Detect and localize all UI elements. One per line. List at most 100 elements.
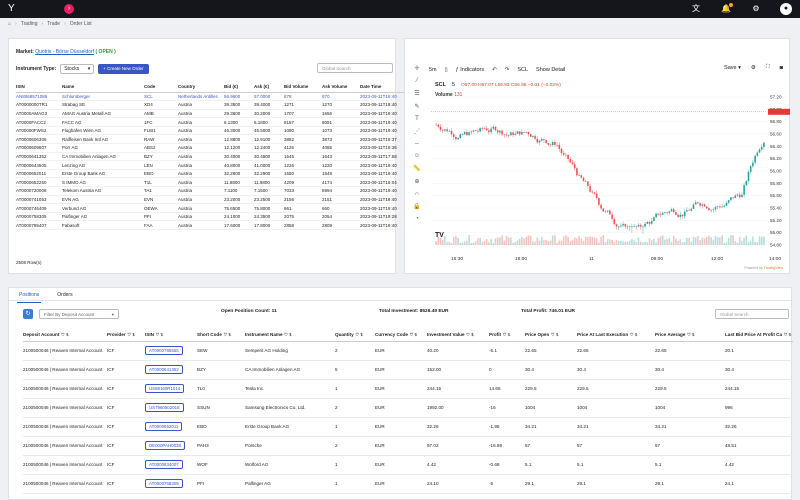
position-table-row[interactable]: 2100500046 | Reaven Internal Account ICF U…: [23, 398, 793, 418]
order-table-row[interactable]: AT0000785407 Fabasoft FAA Austria 17.6000 17.…: [16, 220, 412, 230]
undo-icon[interactable]: ↶: [492, 67, 497, 73]
eye-icon[interactable]: ◔: [415, 216, 419, 222]
position-col-header[interactable]: Quantity ⛉ ⇅: [335, 329, 375, 342]
tab-orders[interactable]: Orders: [55, 290, 74, 303]
position-table-row[interactable]: 2100500046 | Reaven Internal Account ICF A…: [23, 360, 793, 380]
order-table-row[interactable]: AT0000AMAG3 AMAG Austria Metall AG AMB Aust…: [16, 109, 412, 119]
filter-sort-icon[interactable]: ⛉ ⇅: [551, 332, 559, 337]
measure-icon[interactable]: ⇔: [414, 141, 420, 147]
refresh-button[interactable]: ↻: [23, 309, 33, 319]
filter-sort-icon[interactable]: ⛉ ⇅: [630, 332, 638, 337]
bell-icon[interactable]: 🔔: [720, 3, 733, 15]
deposit-account-filter[interactable]: Filter By Deposit Account ▾: [39, 309, 119, 319]
gear-icon[interactable]: ⚙: [751, 65, 756, 71]
isin-chip[interactable]: AT0000641352: [145, 365, 183, 374]
order-col-header[interactable]: Name: [62, 82, 144, 93]
position-col-header[interactable]: Price Average ⛉ ⇅: [655, 329, 725, 342]
position-col-header[interactable]: Provider ⛉ ⇅: [107, 329, 145, 342]
isin-chip[interactable]: AT0000834007: [145, 460, 183, 469]
isin-chip[interactable]: US7960502018: [145, 403, 184, 412]
order-table-row[interactable]: AT0000606306 Raiffeisen Bank Intl AG RAW Au…: [16, 134, 412, 145]
order-table-row[interactable]: AT0000652250 S IMMO AG T1L Austria 11.8800 11…: [16, 177, 412, 188]
filter-sort-icon[interactable]: ⛉ ⇅: [285, 332, 293, 337]
order-table-row[interactable]: AT0000000TR1 Strabag SE XD4 Austria 39.3500 3…: [16, 100, 412, 110]
order-table-row[interactable]: AT0000FACC2 FACC AG 1FC Austria 6.1300 6.1800…: [16, 117, 412, 127]
order-col-header[interactable]: Bid (€): [224, 82, 254, 93]
position-col-header[interactable]: Instrument Name ⛉ ⇅: [245, 329, 335, 342]
order-col-header[interactable]: Bid Volume: [284, 82, 322, 93]
position-col-header[interactable]: Investment Value ⛉ ⇅: [427, 329, 489, 342]
gear-icon[interactable]: ⚙: [750, 3, 762, 15]
order-col-header[interactable]: Country: [178, 82, 224, 93]
filter-sort-icon[interactable]: ⛉ ⇅: [156, 332, 164, 337]
order-table-row[interactable]: AT0000720008 Telekom Austria AG TA1 Austria…: [16, 186, 412, 196]
order-table-row[interactable]: AT0000741053 EVN AG EVN Austria 23.2000 23.25…: [16, 195, 412, 205]
fullscreen-icon[interactable]: ⛶: [766, 64, 770, 71]
filter-sort-icon[interactable]: ⛉ ⇅: [503, 332, 511, 337]
interval-button[interactable]: 5m: [429, 67, 437, 73]
tab-positions[interactable]: Positions: [17, 290, 42, 303]
redo-icon[interactable]: ↷: [505, 67, 510, 73]
lock-icon[interactable]: 🔒: [413, 203, 420, 210]
save-button[interactable]: Save ▾: [724, 65, 741, 71]
position-col-header[interactable]: Deposit Account ⛉ ⇅: [23, 329, 107, 342]
positions-search-input[interactable]: Global Search: [715, 309, 789, 319]
ruler-icon[interactable]: 📏: [413, 165, 420, 172]
breadcrumb-item-trade[interactable]: Trade: [47, 21, 60, 27]
position-col-header[interactable]: Price At Last Execution ⛉ ⇅: [577, 329, 655, 342]
position-col-header[interactable]: Short Code ⛉ ⇅: [197, 329, 245, 342]
filter-sort-icon[interactable]: ⛉ ⇅: [61, 332, 69, 337]
order-col-header[interactable]: Ask (€): [254, 82, 284, 93]
position-table-row[interactable]: 2100500046 | Reaven Internal Account ICF A…: [23, 341, 793, 361]
position-col-header[interactable]: ISIN ⛉ ⇅: [145, 329, 197, 342]
position-col-header[interactable]: Last Bid Price At Profit Ca ⛉ ⇅: [725, 329, 793, 342]
user-icon[interactable]: ●: [780, 3, 792, 15]
isin-chip[interactable]: AT0000758305: [145, 479, 183, 488]
position-table-row[interactable]: 2100500046 | Reaven Internal Account ICF U…: [23, 379, 793, 399]
create-new-order-button[interactable]: + Create New Order: [98, 64, 149, 74]
translate-icon[interactable]: 文: [690, 3, 702, 15]
order-search-input[interactable]: Global Search: [317, 63, 393, 73]
show-detail-button[interactable]: Show Detail: [536, 67, 565, 73]
order-table-row[interactable]: AN8068571086 Schlumberger SCL Netherlands A…: [16, 92, 412, 102]
filter-sort-icon[interactable]: ⛉ ⇅: [224, 332, 232, 337]
pattern-icon[interactable]: ⋰: [414, 128, 420, 135]
order-table-row[interactable]: AT0000652011 Erste Group Bank AG EBO Austri…: [16, 169, 412, 179]
isin-chip[interactable]: DE000PAH0038: [145, 441, 185, 450]
isin-chip[interactable]: US88160R1014: [145, 384, 185, 393]
candle-style-icon[interactable]: ▯: [445, 67, 448, 73]
position-col-header[interactable]: Price Open ⛉ ⇅: [525, 329, 577, 342]
order-table-row[interactable]: AT0000644505 Lenzing AG LEN Austria 40.8000 4…: [16, 160, 412, 170]
order-table-row[interactable]: AT0000609607 Porr AG ABS2 Austria 12.1200 12.…: [16, 143, 412, 153]
order-table-row[interactable]: AT0000758305 Palfinger AG PFI Austria 24.100…: [16, 212, 412, 222]
order-col-header[interactable]: Ask Volume: [322, 82, 360, 93]
market-link[interactable]: Quotrix - Börse Düsseldorf: [35, 49, 94, 55]
home-icon[interactable]: ⌂: [8, 21, 11, 27]
camera-icon[interactable]: ◙: [780, 65, 783, 71]
position-table-row[interactable]: 2100500046 | Reaven Internal Account ICF D…: [23, 436, 793, 456]
filter-sort-icon[interactable]: ⛉ ⇅: [356, 332, 364, 337]
isin-chip[interactable]: AT0000652011: [145, 422, 183, 431]
trendline-icon[interactable]: ⁄: [416, 78, 417, 84]
order-table-row[interactable]: AT0000746409 Verbund AG OEWA Austria 75.6500…: [16, 203, 412, 213]
filter-sort-icon[interactable]: ⛉ ⇅: [128, 332, 136, 337]
brush-icon[interactable]: ✎: [414, 103, 419, 110]
position-col-header[interactable]: Profit ⛉ ⇅: [489, 329, 525, 342]
order-col-header[interactable]: Code: [144, 82, 178, 93]
order-table-row[interactable]: AT0000641352 CA Immobilien Anlagen AG BZY A…: [16, 152, 412, 162]
order-col-header[interactable]: ISIN: [16, 82, 62, 93]
magnet-icon[interactable]: ∩: [415, 191, 419, 197]
symbol-button[interactable]: SCL: [517, 67, 528, 73]
filter-sort-icon[interactable]: ⛉ ⇅: [467, 332, 475, 337]
text-icon[interactable]: T: [415, 116, 419, 122]
emoji-icon[interactable]: ☺: [414, 153, 420, 159]
instrument-type-select[interactable]: Stocks ▾: [60, 64, 95, 74]
breadcrumb-item-trading[interactable]: Trading: [21, 21, 38, 27]
zoom-in-icon[interactable]: ⊕: [414, 178, 419, 185]
position-col-header[interactable]: Currency Code ⛉ ⇅: [375, 329, 427, 342]
indicators-button[interactable]: ƒ Indicators: [456, 67, 484, 73]
crosshair-icon[interactable]: ✛: [414, 65, 419, 72]
position-table-row[interactable]: 2100500046 | Reaven Internal Account ICF A…: [23, 474, 793, 494]
powered-by-brand[interactable]: TradingView: [764, 266, 783, 270]
position-table-row[interactable]: 2100500046 | Reaven Internal Account ICF A…: [23, 455, 793, 475]
